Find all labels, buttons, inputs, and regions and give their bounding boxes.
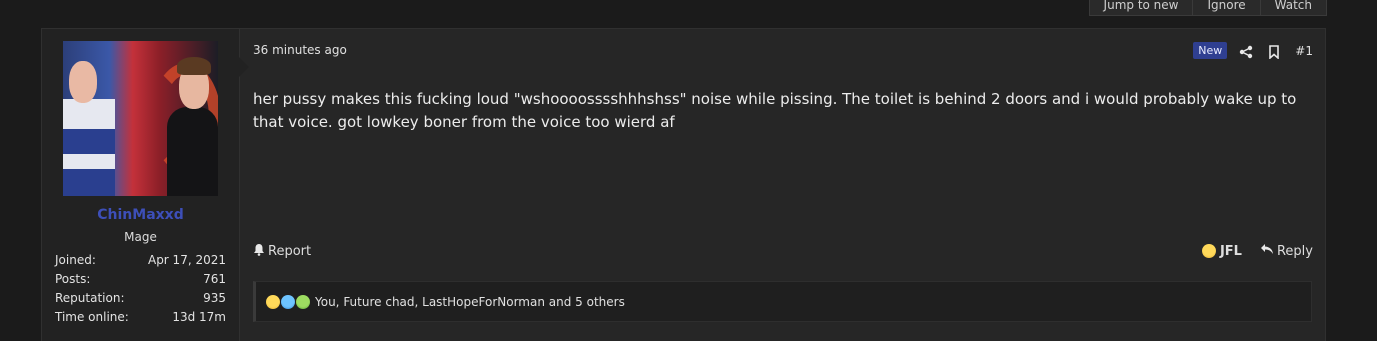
stat-posts: Posts: 761 (55, 270, 226, 289)
cool-icon (281, 294, 295, 309)
jump-to-new-button[interactable]: Jump to new (1088, 0, 1194, 16)
bookmark-icon[interactable] (1267, 44, 1281, 60)
new-badge: New (1193, 42, 1228, 59)
stat-value: 935 (203, 291, 226, 305)
reaction-label: JFL (1219, 243, 1242, 259)
stat-value: 761 (203, 272, 226, 286)
stat-label: Posts: (55, 272, 91, 286)
post-actions-left: Report (253, 243, 311, 260)
post: ChinMaxxd Mage Joined: Apr 17, 2021 Post… (41, 28, 1326, 341)
stat-reputation: Reputation: 935 (55, 289, 226, 308)
thread-action-buttons: Jump to new Ignore Watch (1088, 0, 1327, 16)
share-icon[interactable] (1239, 44, 1253, 58)
ignore-button[interactable]: Ignore (1193, 0, 1261, 16)
stat-time-online: Time online: 13d 17m (55, 308, 226, 327)
reply-button[interactable]: Reply (1260, 243, 1313, 259)
stat-label: Joined: (55, 253, 96, 267)
post-header-actions: New #1 (1193, 42, 1313, 60)
stat-value: Apr 17, 2021 (147, 253, 226, 267)
stat-value: 13d 17m (172, 310, 226, 324)
post-date-link[interactable]: 36 minutes ago (253, 43, 347, 57)
bell-icon (253, 243, 265, 260)
laugh-icon (266, 294, 280, 309)
reply-icon (1260, 243, 1274, 259)
post-actions-right: JFL Reply (1201, 243, 1313, 259)
reactions-summary[interactable]: You, Future chad, LastHopeForNorman and … (315, 295, 625, 309)
laugh-icon (1201, 244, 1216, 258)
puke-icon (296, 294, 310, 309)
post-number-link[interactable]: #1 (1295, 44, 1313, 58)
username-link[interactable]: ChinMaxxd (42, 207, 239, 223)
post-message: her pussy makes this fucking loud "wshoo… (253, 90, 1297, 131)
reactions-bar[interactable]: You, Future chad, LastHopeForNorman and … (253, 281, 1312, 322)
reaction-icons (266, 294, 311, 309)
post-content: 36 minutes ago New #1 her pussy makes th… (239, 29, 1325, 341)
user-title: Mage (124, 230, 157, 244)
reaction-button[interactable]: JFL (1201, 243, 1242, 259)
avatar[interactable] (63, 41, 218, 196)
stat-joined: Joined: Apr 17, 2021 (55, 251, 226, 270)
report-label: Report (268, 244, 312, 259)
reply-label: Reply (1276, 243, 1313, 259)
thread-page: Jump to new Ignore Watch ChinMaxxd Mage … (0, 0, 1377, 341)
watch-button[interactable]: Watch (1260, 0, 1327, 16)
report-button[interactable]: Report (253, 243, 311, 260)
post-author-sidebar: ChinMaxxd Mage Joined: Apr 17, 2021 Post… (42, 29, 240, 341)
user-stats: Joined: Apr 17, 2021 Posts: 761 Reputati… (55, 251, 226, 327)
stat-label: Time online: (55, 310, 129, 324)
stat-label: Reputation: (55, 291, 125, 305)
